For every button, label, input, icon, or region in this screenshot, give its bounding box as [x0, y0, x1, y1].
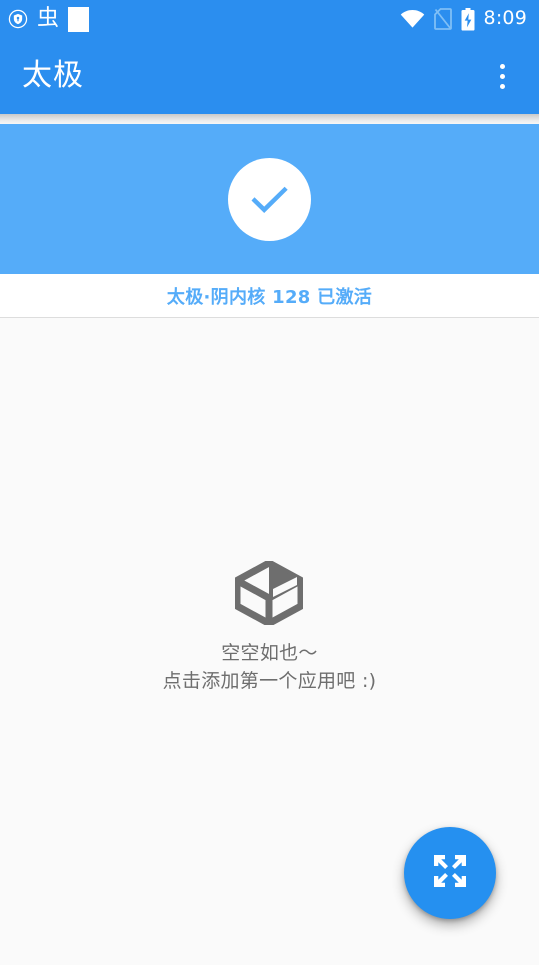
- app-screen: 虫 8:09: [0, 0, 539, 965]
- status-bar-clock: 8:09: [484, 9, 527, 29]
- app-list-content: 空空如也～ 点击添加第一个应用吧 :): [0, 318, 539, 965]
- shield-security-icon: [8, 9, 28, 29]
- blank-notification-icon: [68, 7, 89, 32]
- empty-state-line-2: 点击添加第一个应用吧 :): [163, 667, 377, 695]
- empty-state[interactable]: 空空如也～ 点击添加第一个应用吧 :): [163, 561, 377, 695]
- app-bar: 太极: [0, 38, 539, 114]
- overflow-dot-icon: [500, 84, 505, 89]
- overflow-dot-icon: [500, 74, 505, 79]
- page-title: 太极: [22, 61, 84, 91]
- activation-status-bar[interactable]: 太极·阴内核 128 已激活: [0, 274, 539, 318]
- add-app-fab[interactable]: [404, 827, 496, 919]
- overflow-dot-icon: [500, 64, 505, 69]
- empty-state-line-1: 空空如也～: [221, 639, 318, 667]
- overflow-menu-button[interactable]: [481, 48, 523, 104]
- battery-charging-icon: [461, 8, 475, 31]
- status-bar-left-icons: 虫: [8, 7, 89, 32]
- status-bar-right-icons: 8:09: [400, 8, 527, 31]
- app-bar-divider: [0, 114, 539, 124]
- activation-banner[interactable]: [0, 124, 539, 274]
- status-bar: 虫 8:09: [0, 0, 539, 38]
- check-circle-icon: [228, 158, 311, 241]
- no-sim-icon: [434, 8, 452, 30]
- activation-status-text: 太极·阴内核 128 已激活: [167, 283, 372, 309]
- fullscreen-expand-icon: [430, 851, 470, 895]
- wifi-icon: [400, 9, 425, 29]
- open-box-icon: [235, 561, 303, 629]
- bug-notification-icon: 虫: [37, 8, 59, 30]
